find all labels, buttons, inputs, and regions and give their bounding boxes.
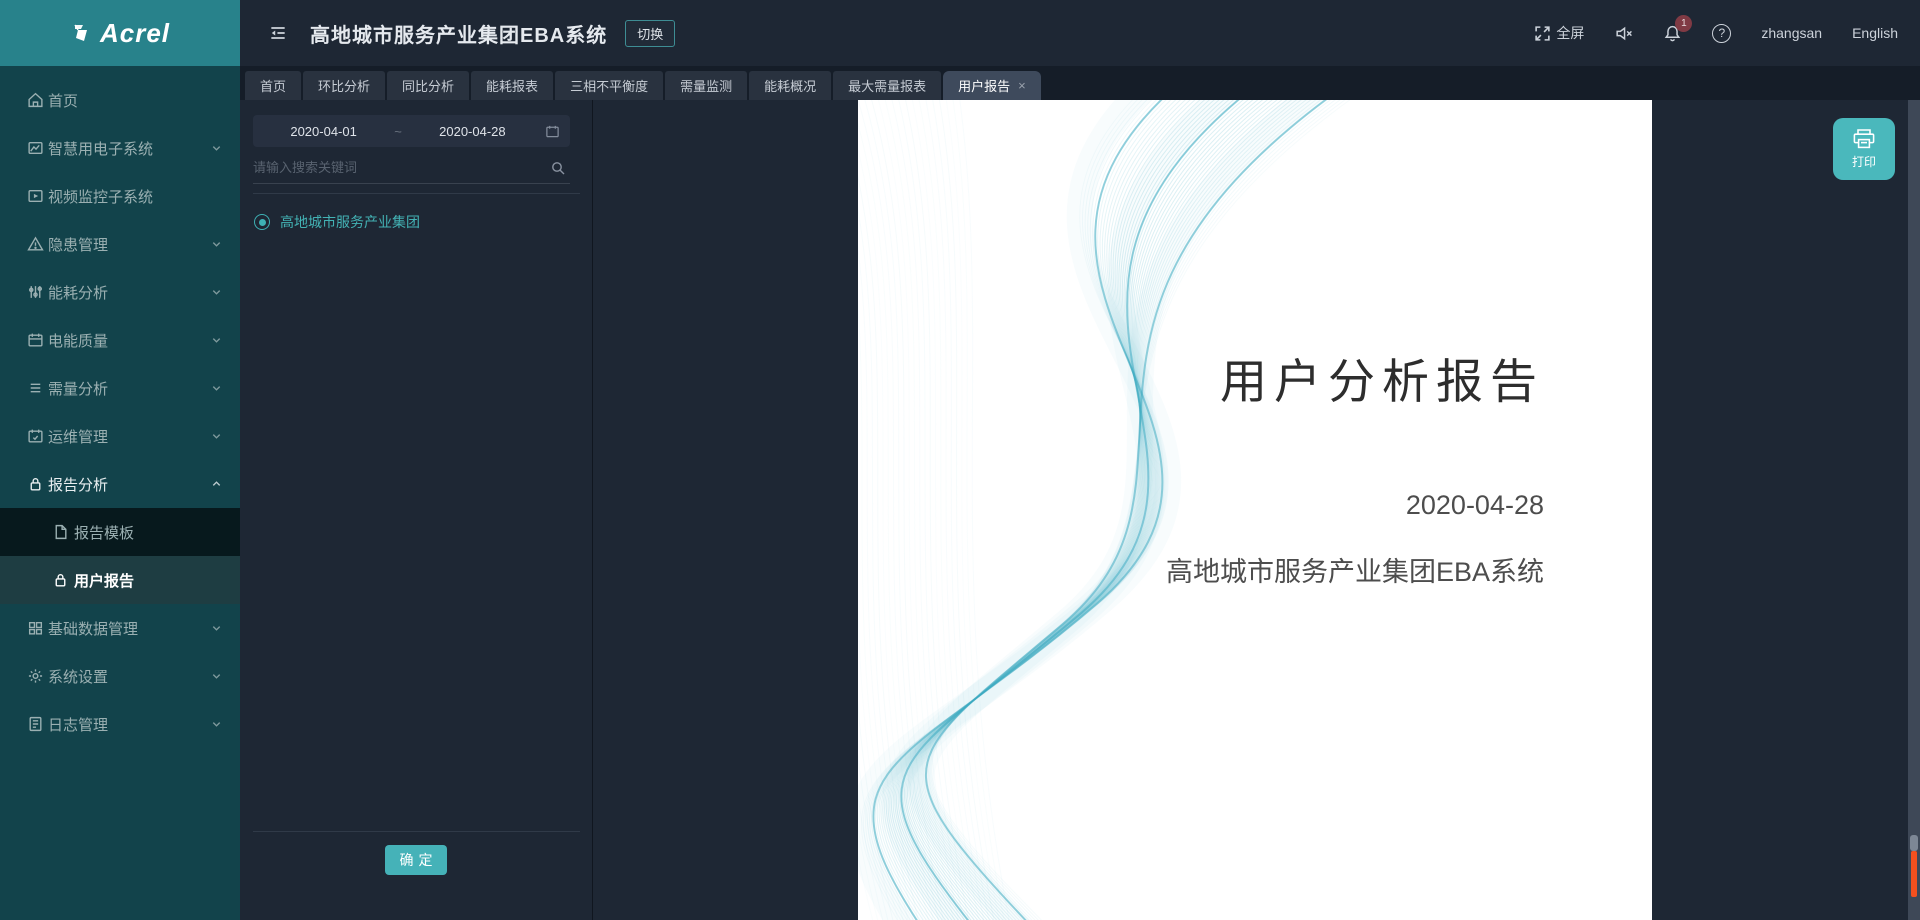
confirm-button[interactable]: 确定 [385,845,447,875]
report-subtitle: 高地城市服务产业集团EBA系统 [1166,550,1544,589]
date-start-value[interactable]: 2020-04-01 [253,124,394,139]
print-label: 打印 [1852,153,1876,170]
chevron-down-icon [211,671,222,682]
report-title: 用户分析报告 [1220,343,1544,412]
warning-triangle-icon [27,236,44,253]
chevron-down-icon [211,623,222,634]
radio-selected-icon[interactable] [254,214,270,230]
sidebar-item-report-template[interactable]: 报告模板 [0,508,240,556]
tab-energy-report[interactable]: 能耗报表 [471,71,553,100]
sidebar-item-hazard-mgmt[interactable]: 隐患管理 [0,220,240,268]
fullscreen-button[interactable]: 全屏 [1534,23,1584,43]
sidebar-item-report-analysis[interactable]: 报告分析 [0,460,240,508]
tab-max-demand-report[interactable]: 最大需量报表 [833,71,941,100]
speaker-muted-icon [1614,24,1633,43]
search-input[interactable] [253,160,550,175]
header-actions: 全屏 1 ? zhangsan English [1534,23,1920,43]
tab-mom-analysis[interactable]: 环比分析 [303,71,385,100]
tab-three-phase-unbalance[interactable]: 三相不平衡度 [555,71,663,100]
sidebar-item-base-data[interactable]: 基础数据管理 [0,604,240,652]
sidebar-item-smart-power[interactable]: 智慧用电子系统 [0,124,240,172]
date-end-value[interactable]: 2020-04-28 [402,124,543,139]
home-icon [27,92,44,109]
vertical-scrollbar[interactable] [1908,100,1920,920]
report-date: 2020-04-28 [1406,490,1544,521]
grid-icon [27,620,44,637]
sidebar-item-user-report[interactable]: 用户报告 [0,556,240,604]
file-icon [52,524,69,541]
date-separator: ~ [394,124,402,139]
sidebar-item-power-quality[interactable]: 电能质量 [0,316,240,364]
brand-logo: Acrel [0,0,240,66]
chart-icon [27,140,44,157]
chevron-down-icon [211,335,222,346]
mute-button[interactable] [1614,24,1633,43]
help-button[interactable]: ? [1712,24,1731,43]
panel-divider [253,193,580,194]
calendar-icon [545,124,560,139]
chevron-down-icon [211,719,222,730]
acrel-logo-icon [70,21,94,45]
tab-bar: 首页 环比分析 同比分析 能耗报表 三相不平衡度 需量监测 能耗概况 最大需量报… [240,66,1920,100]
lock-icon [52,572,69,589]
header-bar: 高地城市服务产业集团EBA系统 切换 全屏 1 [240,0,1920,66]
decorative-wave-graphic [858,100,1418,920]
scrollbar-marker[interactable] [1911,851,1917,897]
sidebar-item-video-monitor[interactable]: 视频监控子系统 [0,172,240,220]
tab-demand-monitor[interactable]: 需量监测 [665,71,747,100]
tab-yoy-analysis[interactable]: 同比分析 [387,71,469,100]
report-page: 用户分析报告 2020-04-28 高地城市服务产业集团EBA系统 [858,100,1652,920]
video-icon [27,188,44,205]
log-document-icon [27,716,44,733]
chevron-up-icon [211,479,222,490]
sliders-icon [27,284,44,301]
chevron-down-icon [211,239,222,250]
panel-footer-divider [253,831,580,832]
tab-homepage[interactable]: 首页 [245,71,301,100]
tab-user-report[interactable]: 用户报告 × [943,71,1041,100]
lock-icon [27,476,44,493]
sidebar: 首页 智慧用电子系统 视频监控子系统 隐患管理 能耗分析 电能质量 [0,66,240,920]
sidebar-item-log-mgmt[interactable]: 日志管理 [0,700,240,748]
sidebar-item-home[interactable]: 首页 [0,76,240,124]
sidebar-item-energy-analysis[interactable]: 能耗分析 [0,268,240,316]
brand-logo-text: Acrel [100,18,170,49]
chevron-down-icon [211,431,222,442]
page-title: 高地城市服务产业集团EBA系统 [310,19,607,48]
help-icon: ? [1712,24,1731,43]
notification-badge: 1 [1675,15,1692,32]
ops-calendar-icon [27,428,44,445]
fullscreen-icon [1534,25,1551,42]
sidebar-item-demand-analysis[interactable]: 需量分析 [0,364,240,412]
gear-icon [27,668,44,685]
sidebar-item-system-settings[interactable]: 系统设置 [0,652,240,700]
scrollbar-thumb[interactable] [1910,835,1918,851]
list-icon [27,380,44,397]
sidebar-item-ops-mgmt[interactable]: 运维管理 [0,412,240,460]
collapse-menu-icon[interactable] [268,23,288,43]
sidebar-submenu-report-analysis: 报告模板 用户报告 [0,508,240,604]
app-root: Acrel 高地城市服务产业集团EBA系统 切换 全屏 [0,0,1920,920]
switch-project-button[interactable]: 切换 [625,20,675,47]
close-tab-icon[interactable]: × [1018,78,1026,93]
report-content-area: 用户分析报告 2020-04-28 高地城市服务产业集团EBA系统 [594,100,1920,920]
print-button[interactable]: 打印 [1833,118,1895,180]
tab-energy-overview[interactable]: 能耗概况 [749,71,831,100]
language-switcher[interactable]: English [1852,25,1898,41]
fullscreen-label: 全屏 [1556,23,1584,43]
username[interactable]: zhangsan [1761,25,1822,41]
search-icon[interactable] [550,160,566,176]
org-radio-label: 高地城市服务产业集团 [280,212,420,232]
filter-panel: 2020-04-01 ~ 2020-04-28 高地城市服务产业集团 确定 [240,100,593,920]
chevron-down-icon [211,383,222,394]
chevron-down-icon [211,143,222,154]
notifications-button[interactable]: 1 [1663,24,1682,43]
search-box [253,152,570,184]
date-range-picker[interactable]: 2020-04-01 ~ 2020-04-28 [253,115,570,147]
org-radio-option[interactable]: 高地城市服务产业集团 [254,212,420,232]
calendar-icon [27,332,44,349]
chevron-down-icon [211,287,222,298]
printer-icon [1852,128,1876,150]
